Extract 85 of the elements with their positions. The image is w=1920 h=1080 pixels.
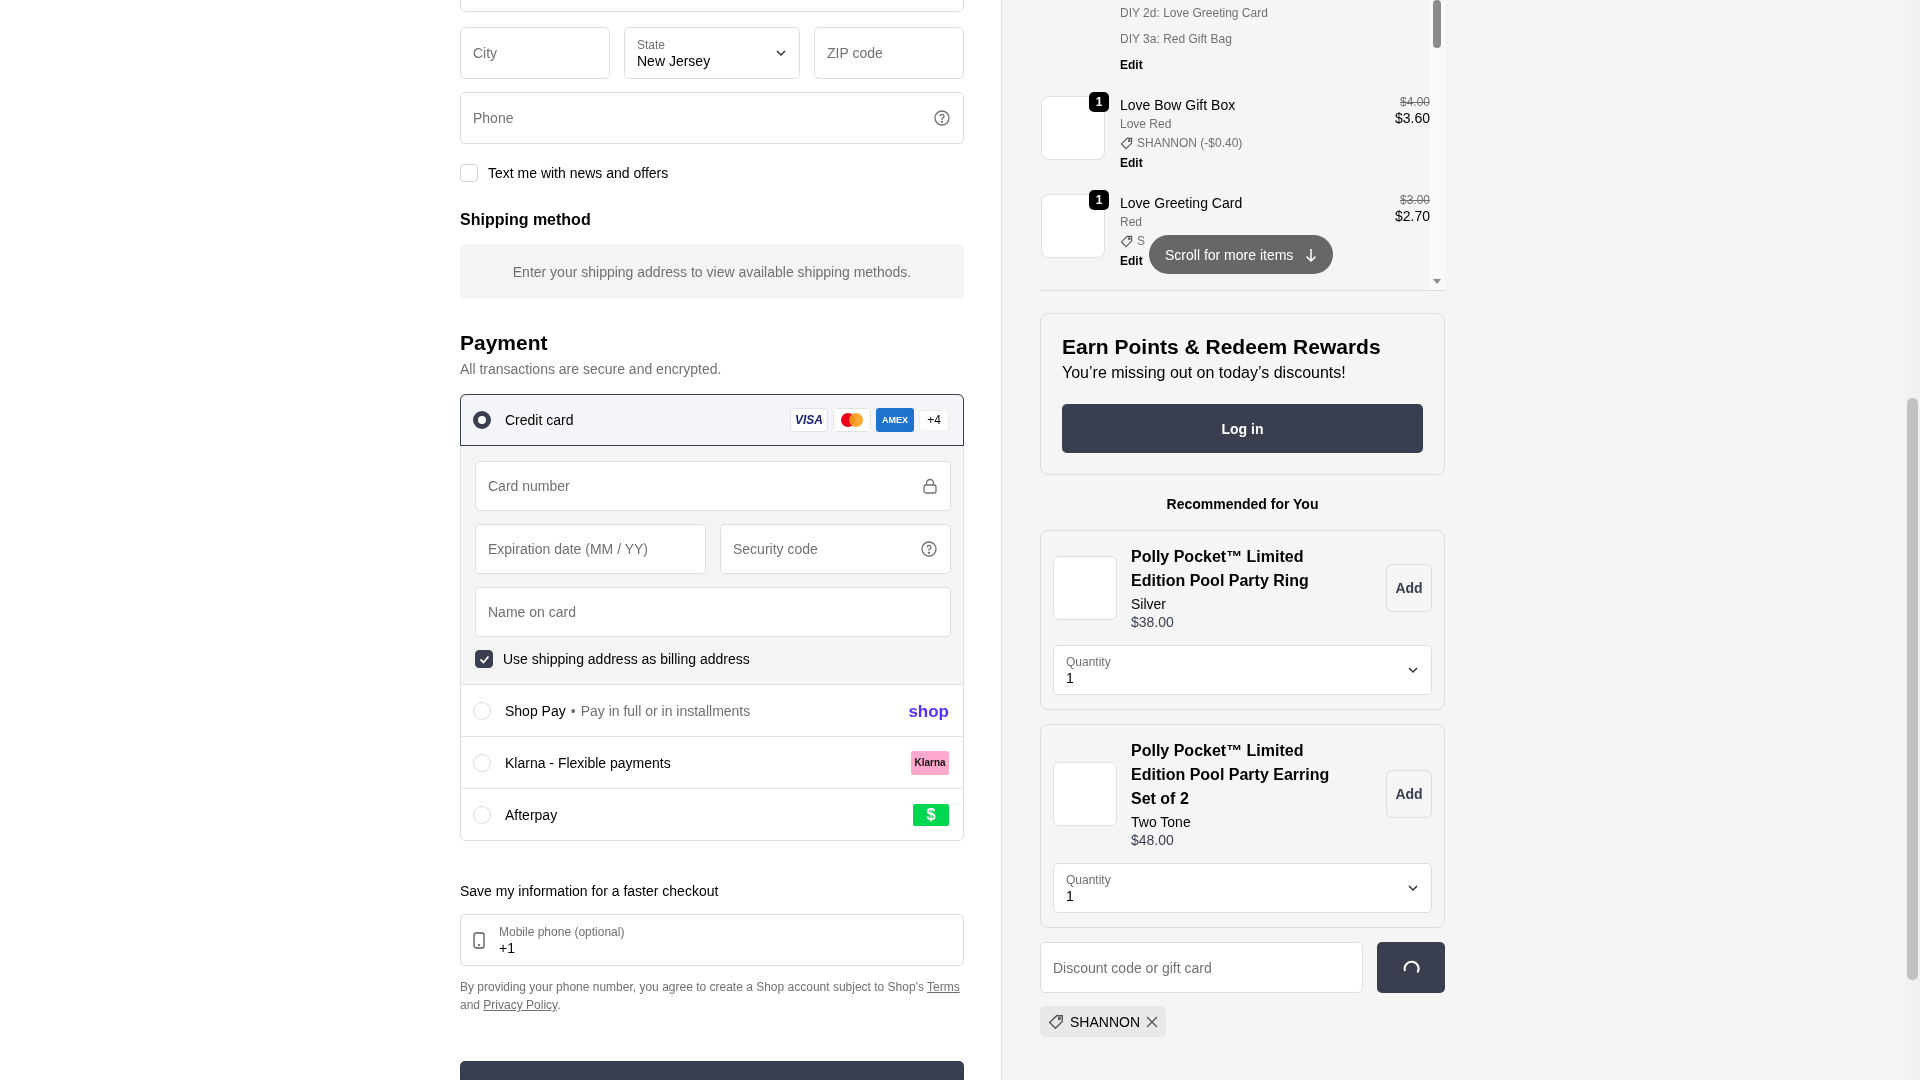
checkbox-label: Text me with news and offers bbox=[488, 165, 669, 181]
chevron-down-icon bbox=[775, 49, 787, 57]
login-button[interactable]: Log in bbox=[1062, 404, 1423, 453]
quantity-select[interactable]: Quantity 1 bbox=[1053, 645, 1432, 695]
product-photo bbox=[1053, 762, 1117, 826]
product-photo bbox=[1053, 556, 1117, 620]
afterpay-logo: $ bbox=[913, 803, 949, 826]
product-variant: Silver bbox=[1131, 595, 1167, 613]
original-price: $3.00 bbox=[1399, 192, 1430, 208]
section-heading: Shipping method bbox=[460, 210, 592, 229]
checkbox-label: Use shipping address as billing address bbox=[503, 651, 750, 667]
edit-link[interactable]: Edit bbox=[1120, 57, 1143, 73]
scrollbar-thumb[interactable] bbox=[1907, 398, 1918, 980]
section-heading: Payment bbox=[460, 331, 549, 355]
visa-logo: VISA bbox=[790, 408, 828, 432]
payment-option[interactable]: Klarna - Flexible payments Klarna bbox=[461, 737, 963, 788]
scroll-down-icon[interactable] bbox=[1433, 279, 1441, 284]
radio-button[interactable] bbox=[473, 411, 491, 429]
item-detail: DIY 2d: Love Greeting Card bbox=[1120, 5, 1269, 21]
price: $3.60 bbox=[1394, 110, 1430, 126]
tag-icon bbox=[1120, 234, 1133, 248]
rewards-subtitle: You’re missing out on today’s discounts! bbox=[1062, 363, 1347, 383]
chevron-down-icon bbox=[1407, 884, 1419, 892]
product-variant: Love Red bbox=[1120, 116, 1173, 133]
payment-option[interactable]: Shop Pay • Pay in full or in installments shop bbox=[461, 685, 963, 736]
discount-tag: SHANNON bbox=[1040, 1006, 1166, 1037]
input-field[interactable]: City bbox=[460, 27, 610, 79]
input-field[interactable]: Phone bbox=[460, 92, 964, 144]
scroll-hint[interactable]: Scroll for more items bbox=[1149, 235, 1334, 274]
input-field[interactable]: ZIP code bbox=[814, 27, 964, 79]
chevron-down-icon bbox=[1407, 666, 1419, 674]
quantity-badge: 1 bbox=[1089, 190, 1109, 210]
help-icon bbox=[921, 541, 937, 557]
shop-pay-logo: shop bbox=[908, 702, 949, 722]
tag-icon bbox=[1120, 136, 1133, 150]
input-field[interactable]: Card number bbox=[475, 461, 951, 511]
product-name: Love Greeting Card bbox=[1120, 194, 1244, 212]
section-subtitle: All transactions are secure and encrypted. bbox=[460, 361, 723, 377]
checkbox[interactable] bbox=[475, 650, 493, 668]
shipping-notice: Enter your shipping address to view available shipping methods. bbox=[460, 244, 964, 299]
input-field[interactable]: Name on card bbox=[475, 587, 951, 637]
help-icon bbox=[934, 110, 950, 126]
quantity-select[interactable]: Quantity 1 bbox=[1053, 863, 1432, 913]
tag-icon bbox=[1048, 1013, 1064, 1030]
more-cards-badge: +4 bbox=[919, 409, 949, 431]
price: $2.70 bbox=[1394, 208, 1430, 224]
add-button[interactable]: Add bbox=[1386, 770, 1432, 818]
policy-link[interactable]: Terms bbox=[927, 980, 960, 994]
input-field[interactable] bbox=[460, 0, 964, 12]
klarna-logo: Klarna bbox=[911, 750, 949, 775]
amex-logo: AMEX bbox=[876, 408, 914, 432]
lock-icon bbox=[923, 478, 937, 494]
edit-link[interactable]: Edit bbox=[1120, 155, 1143, 171]
rewards-title: Earn Points & Redeem Rewards bbox=[1062, 334, 1382, 360]
close-icon[interactable] bbox=[1146, 1015, 1158, 1028]
product-name: Polly Pocket™ Limited Edition Pool Party Ring bbox=[1131, 547, 1310, 591]
discount-label: S bbox=[1137, 233, 1145, 250]
original-price: $4.00 bbox=[1399, 94, 1430, 110]
edit-link[interactable]: Edit bbox=[1120, 253, 1143, 269]
payment-option[interactable]: Credit card VISA AMEX +4 bbox=[461, 395, 963, 445]
product-name: Love Bow Gift Box bbox=[1120, 96, 1237, 114]
product-name: Polly Pocket™ Limited Edition Pool Party Earring Set of 2 bbox=[1131, 741, 1331, 809]
discount-field[interactable]: Discount code or gift card bbox=[1040, 942, 1363, 993]
phone-field[interactable]: Mobile phone (optional) +1 bbox=[460, 914, 964, 966]
input-field[interactable]: Expiration date (MM / YY) bbox=[475, 524, 706, 574]
add-button[interactable]: Add bbox=[1386, 564, 1432, 612]
quantity-badge: 1 bbox=[1089, 92, 1109, 112]
item-detail: DIY 3a: Red Gift Bag bbox=[1120, 31, 1233, 47]
legal-text: By providing your phone number, you agree to create a Shop account subject to Shop's Terms and Privacy Policy. bbox=[460, 979, 961, 1014]
product-variant: Two Tone bbox=[1131, 813, 1192, 831]
product-variant: Red bbox=[1120, 214, 1143, 231]
scrollbar-thumb[interactable] bbox=[1433, 0, 1441, 48]
price: $38.00 bbox=[1131, 613, 1175, 631]
discount-label: SHANNON (-$0.40) bbox=[1137, 135, 1243, 152]
checkmark-icon bbox=[478, 654, 490, 664]
input-field[interactable]: Security code bbox=[720, 524, 951, 574]
state-select[interactable]: State New Jersey bbox=[624, 27, 800, 79]
apply-button[interactable] bbox=[1377, 942, 1445, 993]
payment-option[interactable]: Afterpay $ bbox=[461, 789, 963, 840]
arrow-down-icon bbox=[1305, 247, 1318, 262]
smartphone-icon bbox=[473, 931, 485, 949]
price: $48.00 bbox=[1131, 831, 1175, 849]
section-heading: Save my information for a faster checkout bbox=[460, 883, 720, 899]
mastercard-logo bbox=[833, 408, 871, 432]
section-heading: Recommended for You bbox=[1165, 496, 1320, 512]
